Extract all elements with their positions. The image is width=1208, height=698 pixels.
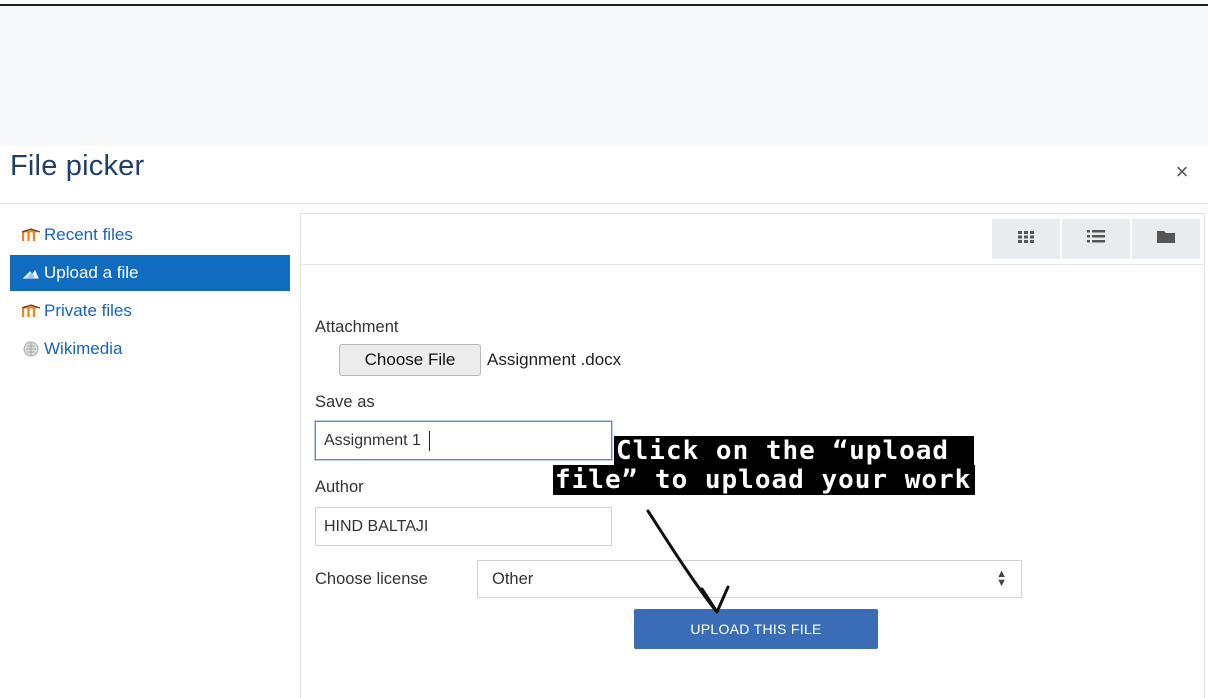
sidebar-item-label: Private files: [44, 301, 132, 320]
list-icon: [1087, 230, 1105, 248]
save-as-input[interactable]: Assignment 1: [315, 421, 612, 460]
save-as-value: Assignment 1: [324, 431, 421, 449]
moodle-icon: [22, 226, 40, 244]
moodle-icon: [22, 302, 40, 320]
author-input[interactable]: HIND BALTAJI: [315, 507, 612, 546]
attachment-label: Attachment: [315, 318, 399, 336]
sidebar-item-label: Upload a file: [44, 263, 139, 282]
close-icon[interactable]: ×: [1170, 158, 1194, 186]
text-caret: [428, 430, 431, 451]
backdrop-band: [0, 6, 1208, 146]
save-as-label: Save as: [315, 393, 375, 411]
annotation-arrow-icon: [646, 509, 730, 614]
license-value: Other: [492, 569, 534, 588]
list-view-button[interactable]: [1062, 219, 1130, 259]
sidebar-item-private-files[interactable]: Private files: [10, 293, 290, 329]
choose-file-button[interactable]: Choose File: [339, 344, 481, 376]
sidebar-item-recent-files[interactable]: Recent files: [10, 217, 290, 253]
dialog-title: File picker: [10, 150, 145, 182]
upload-cloud-icon: [22, 264, 40, 282]
view-switcher: [990, 219, 1200, 259]
globe-icon: [22, 340, 40, 358]
annotation-line-1: Click on the “upload: [614, 436, 974, 466]
sidebar-item-label: Recent files: [44, 225, 133, 244]
annotation-line-2: file” to upload your work: [553, 465, 976, 495]
author-value: HIND BALTAJI: [324, 517, 429, 535]
view-toolbar: [301, 214, 1204, 265]
repository-sidebar: Recent files Upload a file Private files…: [10, 217, 290, 369]
select-arrows-icon: ▲ ▼: [996, 568, 1007, 589]
folder-icon: [1157, 230, 1175, 248]
sidebar-item-upload-a-file[interactable]: Upload a file: [10, 255, 290, 291]
sidebar-item-label: Wikimedia: [44, 339, 123, 358]
header-divider: [0, 203, 1208, 204]
icons-view-button[interactable]: [992, 219, 1060, 259]
license-label: Choose license: [315, 570, 428, 588]
grid-icon: [1018, 230, 1034, 248]
tree-view-button[interactable]: [1132, 219, 1200, 259]
author-label: Author: [315, 478, 364, 496]
sidebar-item-wikimedia[interactable]: Wikimedia: [10, 331, 290, 367]
chosen-file-name: Assignment .docx: [487, 350, 622, 369]
